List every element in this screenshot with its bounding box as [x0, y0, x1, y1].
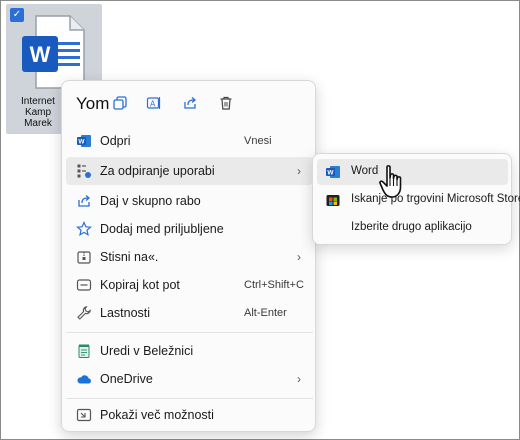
menu-item-label: Odpri [100, 134, 131, 148]
menu-item-label: Za odpiranje uporabi [100, 164, 215, 178]
submenu-item-store-search[interactable]: Iskanje po trgovini Microsoft Store [317, 187, 520, 213]
menu-item-label: OneDrive [100, 372, 153, 386]
delete-button[interactable] [214, 91, 238, 115]
share-icon [184, 97, 197, 109]
delete-icon [220, 96, 232, 110]
menu-item-label: Daj v skupno rabo [100, 194, 201, 208]
chevron-right-icon: › [297, 372, 301, 386]
menu-item-share[interactable]: Daj v skupno rabo [66, 187, 313, 215]
menu-item-onedrive[interactable]: OneDrive › [66, 365, 313, 393]
file-name-label: Internet Kamp Marek [21, 96, 55, 129]
menu-item-label: Stisni na«. [100, 250, 159, 264]
menu-item-edit-notepad[interactable]: Uredi v Beležnici [66, 337, 313, 365]
svg-text:W: W [30, 42, 51, 67]
chevron-right-icon: › [297, 164, 301, 178]
menu-item-properties[interactable]: Lastnosti Alt-Enter [66, 299, 313, 327]
share-button[interactable] [178, 91, 202, 115]
menu-item-show-more-options[interactable]: Pokaži več možnosti [66, 401, 313, 429]
rename-icon: A [146, 97, 161, 109]
hand-cursor-icon [379, 165, 402, 198]
copy-button[interactable] [108, 91, 132, 115]
word-icon: W [76, 133, 92, 149]
rename-button[interactable]: A [142, 91, 166, 115]
menu-item-open[interactable]: W Odpri Vnesi [66, 127, 313, 155]
submenu-item-choose-app[interactable]: Izberite drugo aplikacijo [317, 215, 508, 241]
shortcut-label: Vnesi [244, 135, 272, 147]
menu-item-label: Lastnosti [100, 306, 151, 320]
share-icon [76, 193, 92, 209]
star-icon [76, 221, 92, 237]
menu-item-open-with[interactable]: Za odpiranje uporabi › [66, 157, 313, 185]
menu-item-compress[interactable]: Stisni na«. › [66, 243, 313, 271]
svg-text:W: W [78, 139, 85, 146]
notepad-icon [76, 343, 92, 359]
chevron-right-icon: › [297, 250, 301, 264]
menu-item-copy-as-path[interactable]: Kopiraj kot pot Ctrl+Shift+C [66, 271, 313, 299]
quick-actions-bar: Yom A [62, 81, 315, 125]
menu-item-label: Kopiraj kot pot [100, 278, 180, 292]
onedrive-icon [76, 371, 92, 387]
menu-item-label: Pokaži več možnosti [100, 408, 214, 422]
menu-separator [66, 398, 313, 399]
more-options-icon [76, 407, 92, 423]
zip-icon [76, 249, 92, 265]
quick-actions-title: Yom [76, 94, 110, 113]
submenu-item-word[interactable]: W Word [317, 159, 508, 185]
wrench-icon [76, 305, 92, 321]
open-with-icon [76, 163, 92, 179]
open-with-submenu: W Word Iskanje po trgovini Microsoft Sto… [312, 153, 520, 245]
menu-item-label: Uredi v Beležnici [100, 344, 194, 358]
submenu-item-label: Word [351, 165, 379, 177]
menu-separator [66, 332, 313, 333]
menu-item-add-favorites[interactable]: Dodaj med priljubljene [66, 215, 313, 243]
shortcut-label: Alt-Enter [244, 307, 287, 319]
copy-icon [113, 96, 127, 110]
menu-item-label: Dodaj med priljubljene [100, 222, 224, 236]
submenu-item-label: Izberite drugo aplikacijo [351, 221, 472, 233]
word-icon: W [326, 166, 340, 178]
svg-text:W: W [327, 170, 334, 177]
store-icon [326, 195, 340, 206]
submenu-item-label: Iskanje po trgovini Microsoft Store [351, 193, 520, 205]
svg-text:A: A [150, 100, 156, 109]
context-menu: Yom A W Odpri Vnesi Za odpiranje uporabi… [61, 80, 316, 432]
copy-path-icon [76, 277, 92, 293]
shortcut-label: Ctrl+Shift+C [244, 279, 304, 291]
